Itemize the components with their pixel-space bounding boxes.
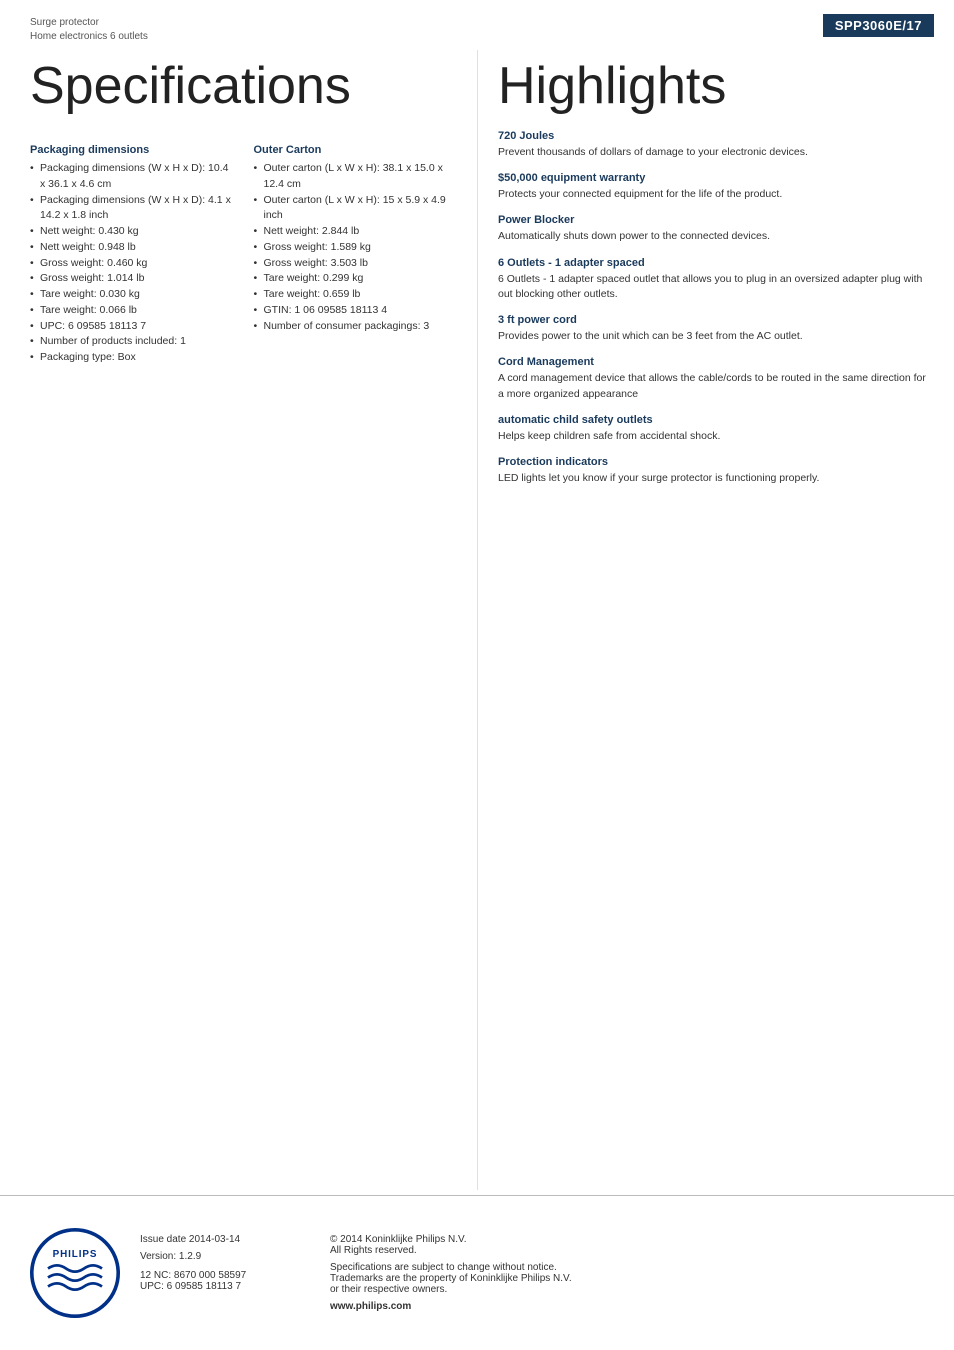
model-number: SPP3060E/17 <box>823 14 934 37</box>
list-item: Tare weight: 0.030 kg <box>30 287 234 303</box>
outer-carton-list: Outer carton (L x W x H): 38.1 x 15.0 x … <box>254 161 458 334</box>
footer-copyright: © 2014 Koninklijke Philips N.V. All Righ… <box>330 1234 572 1256</box>
highlight-item-desc: Prevent thousands of dollars of damage t… <box>498 145 934 160</box>
list-item: Gross weight: 3.503 lb <box>254 256 458 272</box>
page-title: Specifications <box>30 60 457 112</box>
list-item: Number of consumer packagings: 3 <box>254 319 458 335</box>
list-item: Outer carton (L x W x H): 15 x 5.9 x 4.9… <box>254 193 458 225</box>
highlight-item-title: Protection indicators <box>498 456 934 468</box>
list-item: Tare weight: 0.659 lb <box>254 287 458 303</box>
footer-nc: 12 NC: 8670 000 58597 <box>140 1270 300 1281</box>
svg-text:PHILIPS: PHILIPS <box>53 1249 98 1260</box>
highlight-item-title: Cord Management <box>498 356 934 368</box>
highlight-item-title: Power Blocker <box>498 214 934 226</box>
highlights-column: Highlights 720 Joules Prevent thousands … <box>477 50 954 1190</box>
footer-content: Issue date 2014-03-14 Version: 1.2.9 12 … <box>130 1234 924 1312</box>
highlight-item-title: $50,000 equipment warranty <box>498 172 934 184</box>
specifications-column: Specifications Packaging dimensions Pack… <box>0 50 477 1190</box>
highlight-item: 6 Outlets - 1 adapter spaced 6 Outlets -… <box>498 257 934 302</box>
footer-version: Version: 1.2.9 <box>140 1251 300 1262</box>
packaging-section: Packaging dimensions Packaging dimension… <box>30 130 234 366</box>
highlight-item-title: automatic child safety outlets <box>498 414 934 426</box>
footer-row1: Issue date 2014-03-14 Version: 1.2.9 12 … <box>140 1234 924 1312</box>
highlight-item: Cord Management A cord management device… <box>498 356 934 401</box>
highlight-item: $50,000 equipment warranty Protects your… <box>498 172 934 202</box>
footer-upc: UPC: 6 09585 18113 7 <box>140 1281 300 1292</box>
philips-logo: PHILIPS <box>30 1228 120 1318</box>
list-item: Number of products included: 1 <box>30 334 234 350</box>
list-item: Tare weight: 0.066 lb <box>30 303 234 319</box>
highlight-item-desc: Protects your connected equipment for th… <box>498 187 934 202</box>
footer-right: © 2014 Koninklijke Philips N.V. All Righ… <box>330 1234 572 1312</box>
highlight-item: Protection indicators LED lights let you… <box>498 456 934 486</box>
highlight-item-desc: LED lights let you know if your surge pr… <box>498 471 934 486</box>
product-info: Surge protector Home electronics 6 outle… <box>30 16 148 44</box>
list-item: Gross weight: 0.460 kg <box>30 256 234 272</box>
list-item: GTIN: 1 06 09585 18113 4 <box>254 303 458 319</box>
list-item: Tare weight: 0.299 kg <box>254 271 458 287</box>
footer: PHILIPS Issue date 2014-03-14 Version: 1… <box>0 1195 954 1350</box>
list-item: Nett weight: 0.948 lb <box>30 240 234 256</box>
footer-website: www.philips.com <box>330 1301 572 1312</box>
list-item: Nett weight: 2.844 lb <box>254 224 458 240</box>
highlight-item: 720 Joules Prevent thousands of dollars … <box>498 130 934 160</box>
highlight-item-desc: Automatically shuts down power to the co… <box>498 229 934 244</box>
footer-issue-date: Issue date 2014-03-14 <box>140 1234 300 1245</box>
spec-cols: Packaging dimensions Packaging dimension… <box>30 130 457 366</box>
highlight-item: 3 ft power cord Provides power to the un… <box>498 314 934 344</box>
highlight-item-desc: Helps keep children safe from accidental… <box>498 429 934 444</box>
packaging-list: Packaging dimensions (W x H x D): 10.4 x… <box>30 161 234 366</box>
list-item: UPC: 6 09585 18113 7 <box>30 319 234 335</box>
highlight-item-title: 720 Joules <box>498 130 934 142</box>
highlight-item-title: 3 ft power cord <box>498 314 934 326</box>
outer-carton-section: Outer Carton Outer carton (L x W x H): 3… <box>254 130 458 366</box>
list-item: Gross weight: 1.014 lb <box>30 271 234 287</box>
highlight-item-desc: A cord management device that allows the… <box>498 371 934 401</box>
highlight-item: Power Blocker Automatically shuts down p… <box>498 214 934 244</box>
product-name: Home electronics 6 outlets <box>30 30 148 44</box>
list-item: Gross weight: 1.589 kg <box>254 240 458 256</box>
list-item: Packaging dimensions (W x H x D): 4.1 x … <box>30 193 234 225</box>
highlights-title: Highlights <box>498 60 934 112</box>
footer-spec-notice: Specifications are subject to change wit… <box>330 1262 572 1295</box>
highlight-item-desc: Provides power to the unit which can be … <box>498 329 934 344</box>
list-item: Packaging dimensions (W x H x D): 10.4 x… <box>30 161 234 193</box>
list-item: Packaging type: Box <box>30 350 234 366</box>
highlight-item: automatic child safety outlets Helps kee… <box>498 414 934 444</box>
list-item: Nett weight: 0.430 kg <box>30 224 234 240</box>
footer-left: Issue date 2014-03-14 Version: 1.2.9 12 … <box>140 1234 300 1292</box>
highlight-item-desc: 6 Outlets - 1 adapter spaced outlet that… <box>498 272 934 302</box>
packaging-title: Packaging dimensions <box>30 144 234 156</box>
list-item: Outer carton (L x W x H): 38.1 x 15.0 x … <box>254 161 458 193</box>
product-type: Surge protector <box>30 16 148 30</box>
outer-carton-title: Outer Carton <box>254 144 458 156</box>
main-content: Specifications Packaging dimensions Pack… <box>0 50 954 1190</box>
highlight-item-title: 6 Outlets - 1 adapter spaced <box>498 257 934 269</box>
